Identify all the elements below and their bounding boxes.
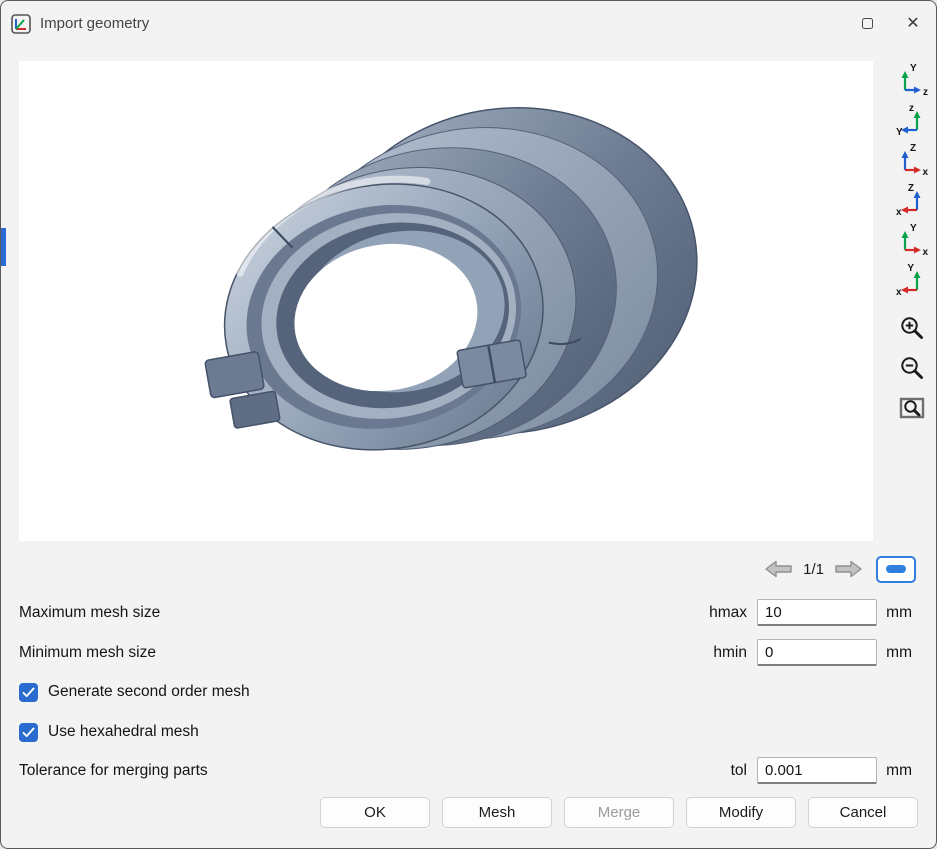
view-zx-button[interactable]: Z x xyxy=(898,147,926,175)
tol-input[interactable] xyxy=(757,757,877,784)
app-icon xyxy=(11,14,31,34)
tolerance-label: Tolerance for merging parts xyxy=(19,762,208,780)
part-3d-model xyxy=(19,61,873,541)
axis-letter-1: Z xyxy=(908,183,914,194)
right-arrow-icon xyxy=(833,557,863,581)
import-geometry-dialog: Import geometry ✕ xyxy=(0,0,937,849)
min-mesh-size-label: Minimum mesh size xyxy=(19,644,156,662)
axis-letter-2: Y xyxy=(896,127,903,138)
max-mesh-size-row: Maximum mesh size hmax mm xyxy=(19,601,918,629)
ok-button[interactable]: OK xyxy=(320,797,430,828)
hmax-unit-label: mm xyxy=(886,604,912,622)
zoom-out-icon xyxy=(899,355,925,381)
axis-letter-1: Y xyxy=(907,263,914,274)
axis-letter-2: x xyxy=(922,167,928,178)
modify-button[interactable]: Modify xyxy=(686,797,796,828)
second-order-mesh-label: Generate second order mesh xyxy=(48,683,250,701)
display-mode-button[interactable] xyxy=(876,556,916,583)
window-controls: ✕ xyxy=(844,1,936,46)
axis-letter-2: x xyxy=(896,287,902,298)
close-button[interactable]: ✕ xyxy=(890,1,936,46)
cancel-button[interactable]: Cancel xyxy=(808,797,918,828)
axis-letter-1: Y xyxy=(910,223,917,234)
axis-letter-1: Z xyxy=(910,143,916,154)
view-yx-button[interactable]: Y x xyxy=(898,227,926,255)
axis-letter-2: z xyxy=(923,87,928,98)
maximize-button[interactable] xyxy=(844,1,890,46)
close-icon: ✕ xyxy=(906,16,919,32)
part-page-indicator: 1/1 xyxy=(803,561,824,578)
blue-bar-icon xyxy=(886,565,906,573)
window-title: Import geometry xyxy=(40,15,149,32)
left-edge-blue-artifact xyxy=(1,228,6,266)
part-navigation: 1/1 xyxy=(764,553,916,585)
hexahedral-mesh-row[interactable]: Use hexahedral mesh xyxy=(19,720,199,744)
check-icon xyxy=(22,686,35,699)
zoom-out-button[interactable] xyxy=(898,355,926,383)
max-mesh-size-label: Maximum mesh size xyxy=(19,604,160,622)
hmax-input[interactable] xyxy=(757,599,877,626)
zoom-window-icon xyxy=(899,395,925,421)
hexahedral-mesh-checkbox[interactable] xyxy=(19,723,38,742)
axis-letter-1: z xyxy=(909,103,914,114)
titlebar[interactable]: Import geometry ✕ xyxy=(1,1,936,46)
hmax-param-label: hmax xyxy=(709,604,747,622)
zoom-window-button[interactable] xyxy=(898,395,926,423)
zoom-in-button[interactable] xyxy=(898,315,926,343)
tol-param-label: tol xyxy=(731,762,747,780)
view-yx-back-button[interactable]: Y x xyxy=(898,267,926,295)
next-part-button[interactable] xyxy=(833,557,863,581)
tolerance-row: Tolerance for merging parts tol mm xyxy=(19,759,918,787)
merge-button[interactable]: Merge xyxy=(564,797,674,828)
hexahedral-mesh-label: Use hexahedral mesh xyxy=(48,723,199,741)
check-icon xyxy=(22,726,35,739)
mesh-button[interactable]: Mesh xyxy=(442,797,552,828)
3d-viewport[interactable] xyxy=(19,61,873,541)
zoom-in-icon xyxy=(899,315,925,341)
left-arrow-icon xyxy=(764,557,794,581)
hmin-unit-label: mm xyxy=(886,644,912,662)
axis-letter-1: Y xyxy=(910,63,917,74)
second-order-mesh-row[interactable]: Generate second order mesh xyxy=(19,680,250,704)
hmin-input[interactable] xyxy=(757,639,877,666)
min-mesh-size-row: Minimum mesh size hmin mm xyxy=(19,641,918,669)
view-toolbar: Y z z Y Z x Z x xyxy=(896,67,928,423)
view-yz-button[interactable]: Y z xyxy=(898,67,926,95)
hmin-param-label: hmin xyxy=(713,644,747,662)
view-zy-button[interactable]: z Y xyxy=(898,107,926,135)
axis-letter-2: x xyxy=(896,207,902,218)
dialog-footer: OK Mesh Merge Modify Cancel xyxy=(19,797,918,828)
previous-part-button[interactable] xyxy=(764,557,794,581)
view-zx-back-button[interactable]: Z x xyxy=(898,187,926,215)
second-order-mesh-checkbox[interactable] xyxy=(19,683,38,702)
maximize-icon xyxy=(862,18,873,29)
axis-letter-2: x xyxy=(922,247,928,258)
tol-unit-label: mm xyxy=(886,762,912,780)
